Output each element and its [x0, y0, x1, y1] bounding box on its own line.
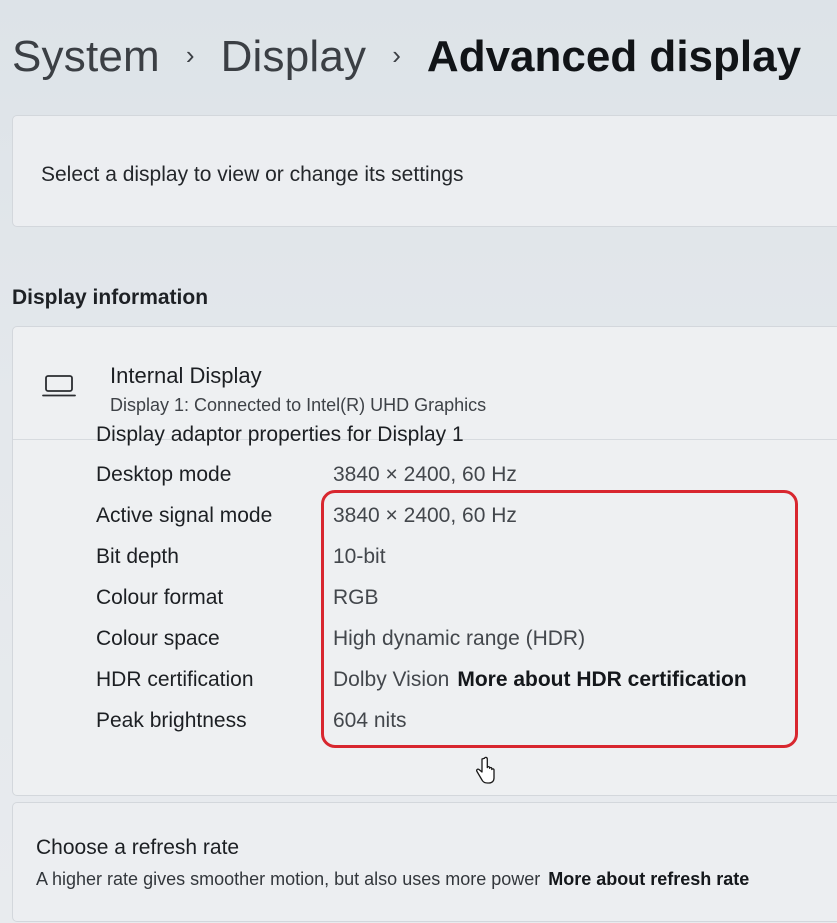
refresh-rate-title: Choose a refresh rate — [36, 836, 240, 859]
info-label: Peak brightness — [96, 709, 247, 732]
highlight-annotation-box — [321, 490, 798, 748]
select-display-text: Select a display to view or change its s… — [41, 163, 464, 186]
chevron-right-icon: › — [392, 39, 401, 70]
info-label: Active signal mode — [96, 504, 273, 527]
chevron-right-icon: › — [185, 39, 195, 70]
info-row-desktop-mode: Desktop mode 3840 × 2400, 60 Hz — [96, 458, 517, 492]
refresh-rate-card[interactable]: Choose a refresh rate A higher rate give… — [12, 802, 837, 922]
page-title: Advanced display — [426, 32, 802, 81]
display-name: Internal Display — [110, 363, 262, 388]
info-label: Bit depth — [96, 545, 179, 568]
info-value: 3840 × 2400, 60 Hz — [333, 463, 517, 486]
select-display-card[interactable]: Select a display to view or change its s… — [12, 115, 837, 227]
refresh-rate-subtitle: A higher rate gives smoother motion, but… — [36, 869, 541, 889]
refresh-rate-description: A higher rate gives smoother motion, but… — [36, 869, 749, 890]
breadcrumb: System › Display › Advanced display — [12, 26, 801, 88]
info-label: HDR certification — [96, 668, 254, 691]
info-label: Desktop mode — [96, 463, 232, 486]
info-label: Colour space — [96, 627, 220, 650]
info-label: Colour format — [96, 586, 224, 609]
breadcrumb-display[interactable]: Display — [221, 32, 367, 82]
breadcrumb-system[interactable]: System — [12, 32, 160, 82]
display-adapter-properties-link[interactable]: Display adaptor properties for Display 1 — [96, 423, 464, 447]
laptop-icon — [42, 375, 76, 397]
display-subtitle: Display 1: Connected to Intel(R) UHD Gra… — [110, 395, 487, 415]
refresh-rate-link[interactable]: More about refresh rate — [548, 869, 749, 889]
section-title-display-information: Display information — [12, 286, 209, 309]
hand-cursor-icon — [476, 756, 495, 784]
